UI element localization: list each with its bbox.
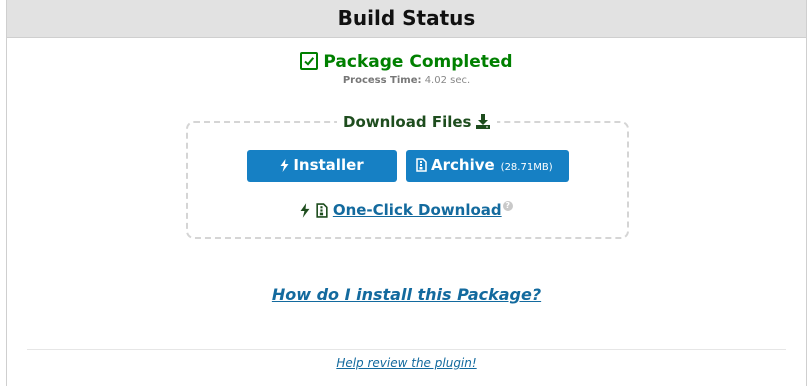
check-square-icon (300, 52, 319, 70)
review-plugin-link[interactable]: Help review the plugin! (336, 356, 476, 370)
status-label: Package Completed (323, 52, 513, 72)
bolt-icon (280, 159, 289, 172)
process-time: Process Time: 4.02 sec. (7, 75, 806, 86)
download-files-label: Download Files (343, 113, 472, 131)
download-icon (476, 114, 491, 129)
package-status: Package Completed (7, 50, 806, 74)
one-click-download: One-Click Download? (7, 199, 806, 221)
divider (27, 349, 786, 350)
page-title: Build Status (7, 0, 806, 38)
archive-size: (28.71MB) (500, 162, 553, 173)
process-time-label: Process Time: (342, 75, 422, 86)
file-archive-icon (315, 203, 328, 218)
file-archive-icon (416, 158, 427, 172)
download-files-legend: Download Files (337, 112, 498, 132)
process-time-value: 4.02 sec. (424, 75, 471, 86)
install-help: How do I install this Package? (7, 285, 806, 304)
installer-label: Installer (293, 156, 364, 174)
help-icon[interactable]: ? (502, 201, 513, 211)
build-status-panel: Build Status Package Completed Process T… (6, 0, 807, 386)
review-footer: Help review the plugin! (7, 356, 806, 370)
how-to-install-link[interactable]: How do I install this Package? (272, 285, 541, 304)
archive-button[interactable]: Archive (28.71MB) (406, 150, 569, 182)
archive-label: Archive (431, 156, 495, 174)
bolt-icon (300, 203, 310, 218)
installer-button[interactable]: Installer (247, 150, 397, 182)
one-click-download-link[interactable]: One-Click Download (333, 201, 502, 219)
